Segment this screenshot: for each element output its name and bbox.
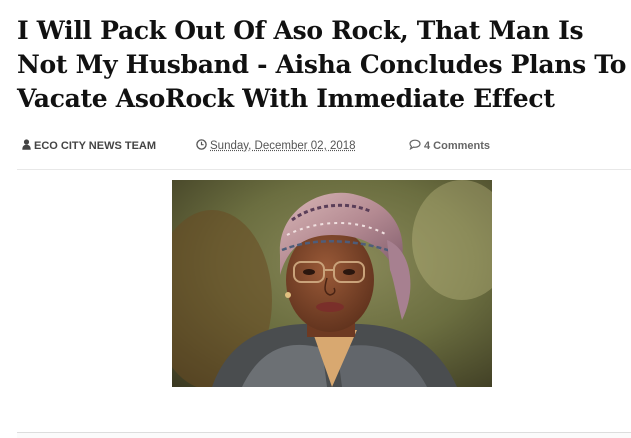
article-title: I Will Pack Out Of Aso Rock, That Man Is… [17, 16, 627, 113]
content-box-edge [17, 432, 631, 438]
clock-icon [196, 139, 207, 153]
date-link[interactable]: Sunday, December 02, 2018 [196, 139, 356, 153]
author-link[interactable]: ECO CITY NEWS TEAM [22, 139, 156, 153]
user-icon [22, 139, 31, 153]
comments-link[interactable]: 4 Comments [409, 139, 490, 153]
comment-bubble-icon [409, 139, 421, 153]
author-name: ECO CITY NEWS TEAM [34, 140, 157, 152]
post-date: Sunday, December 02, 2018 [210, 140, 356, 152]
article-image[interactable] [172, 180, 492, 387]
comments-count: 4 Comments [424, 140, 491, 152]
meta-divider [17, 169, 631, 170]
